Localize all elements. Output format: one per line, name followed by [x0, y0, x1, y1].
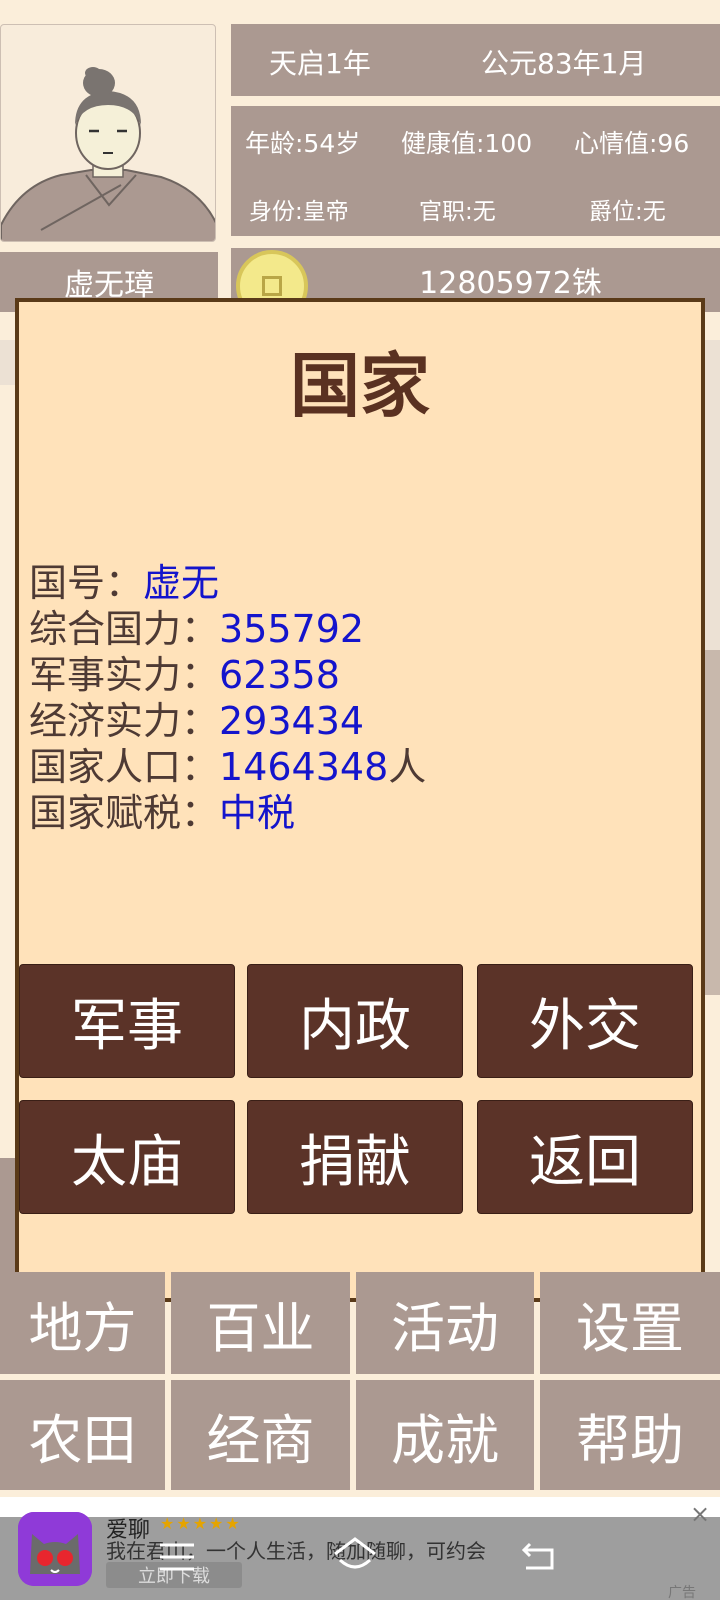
- menu-local[interactable]: 地方: [0, 1272, 165, 1374]
- info-row: 国家赋税：中税: [29, 790, 295, 836]
- calendar-date: 公元83年1月: [481, 47, 647, 80]
- mood-stat: 心情值:96: [574, 129, 690, 158]
- info-row: 国家人口：1464348人: [29, 744, 426, 790]
- info-value: 1464348: [219, 745, 389, 789]
- ancestral-temple-button[interactable]: 太庙: [19, 1100, 235, 1214]
- health-stat: 健康值:100: [401, 129, 533, 158]
- menu-help[interactable]: 帮助: [540, 1380, 720, 1490]
- info-label: 经济实力：: [29, 699, 220, 743]
- dialog-title: 国家: [290, 345, 430, 427]
- info-label: 国家赋税：: [29, 791, 220, 835]
- info-value: 虚无: [143, 561, 220, 605]
- info-row: 国号：虚无: [29, 560, 219, 606]
- menu-settings[interactable]: 设置: [540, 1272, 720, 1374]
- info-label: 国家人口：: [29, 745, 220, 789]
- avatar[interactable]: [0, 24, 216, 242]
- info-row: 综合国力：355792: [29, 606, 364, 652]
- back-button[interactable]: 返回: [477, 1100, 693, 1214]
- diplomacy-button[interactable]: 外交: [477, 964, 693, 1078]
- info-value: 中税: [219, 791, 296, 835]
- domestic-affairs-button[interactable]: 内政: [247, 964, 463, 1078]
- menu-icon[interactable]: [158, 1540, 196, 1574]
- info-label: 军事实力：: [29, 653, 220, 697]
- country-dialog: 国家 国号：虚无 综合国力：355792 军事实力：62358 经济实力：293…: [15, 298, 705, 1302]
- rank-stat: 爵位:无: [589, 199, 666, 225]
- ad-close-icon[interactable]: ×: [690, 1500, 710, 1528]
- background-panel-left: [0, 1158, 15, 1278]
- player-stats: 年龄:54岁 健康值:100 心情值:96 身份:皇帝 官职:无 爵位:无: [231, 106, 720, 236]
- menu-achievements[interactable]: 成就: [356, 1380, 534, 1490]
- info-value: 293434: [219, 699, 365, 743]
- ad-rating: ★★★★★: [160, 1514, 242, 1533]
- info-value: 355792: [219, 607, 365, 651]
- menu-commerce[interactable]: 经商: [171, 1380, 350, 1490]
- date-bar: 天启1年 公元83年1月: [231, 24, 720, 96]
- emperor-portrait: [1, 67, 215, 241]
- info-value: 62358: [219, 653, 340, 697]
- cat-icon: [18, 1512, 92, 1586]
- donate-button[interactable]: 捐献: [247, 1100, 463, 1214]
- info-label: 综合国力：: [29, 607, 220, 651]
- home-icon[interactable]: [332, 1536, 378, 1576]
- info-row: 军事实力：62358: [29, 652, 340, 698]
- menu-trades[interactable]: 百业: [171, 1272, 350, 1374]
- info-label: 国号：: [29, 561, 144, 605]
- age-stat: 年龄:54岁: [245, 129, 361, 158]
- ad-tag: 广告: [668, 1585, 696, 1600]
- office-stat: 官职:无: [419, 199, 496, 225]
- identity-stat: 身份:皇帝: [249, 199, 349, 225]
- menu-activities[interactable]: 活动: [356, 1272, 534, 1374]
- info-row: 经济实力：293434: [29, 698, 364, 744]
- menu-farmland[interactable]: 农田: [0, 1380, 165, 1490]
- reign-year: 天启1年: [269, 47, 371, 80]
- military-button[interactable]: 军事: [19, 964, 235, 1078]
- info-suffix: 人: [388, 745, 427, 789]
- money-amount: 12805972铢: [419, 266, 602, 301]
- back-nav-icon[interactable]: [520, 1540, 556, 1574]
- ad-app-logo[interactable]: [18, 1512, 92, 1586]
